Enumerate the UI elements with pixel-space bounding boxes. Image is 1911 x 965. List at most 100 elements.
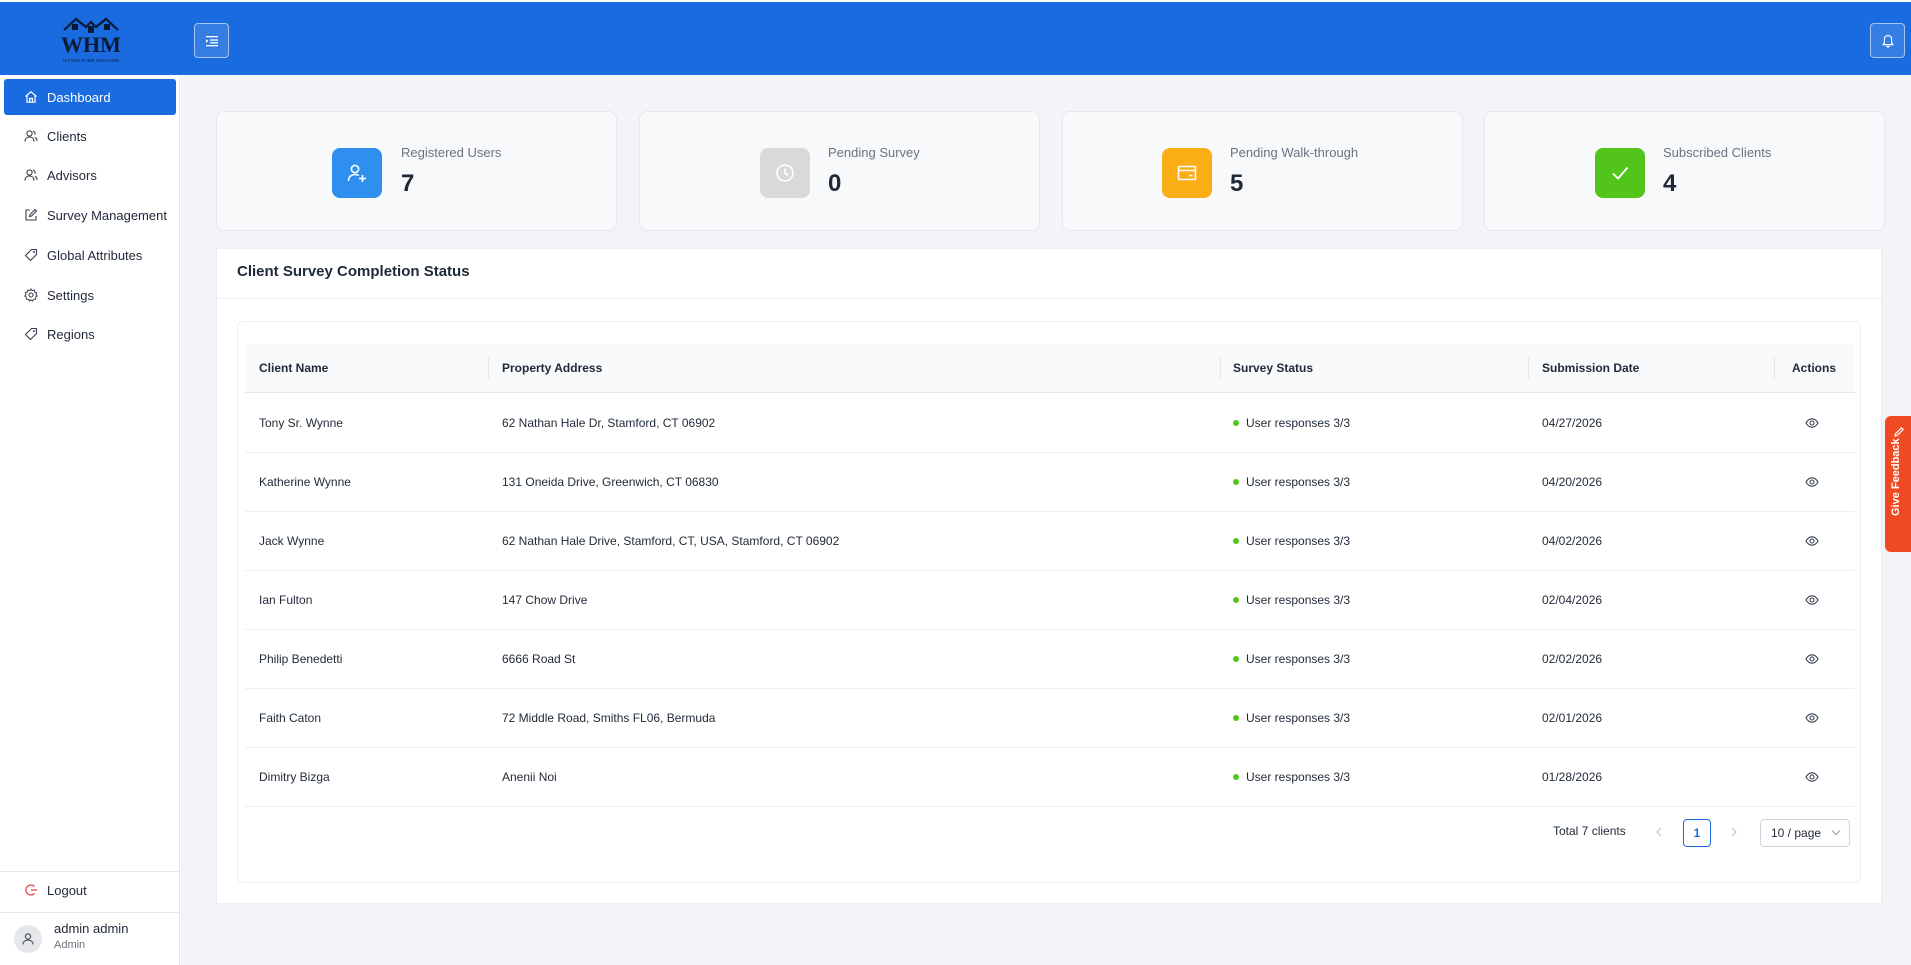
- stat-value: 5: [1230, 170, 1244, 197]
- cell-property-address: 72 Middle Road, Smiths FL06, Bermuda: [502, 711, 716, 725]
- stat-label: Pending Survey: [828, 145, 920, 160]
- logout-button[interactable]: Logout: [4, 872, 176, 908]
- eye-icon[interactable]: [1805, 652, 1819, 666]
- panel-divider: [217, 298, 1883, 299]
- stat-value: 7: [401, 170, 415, 197]
- status-text: User responses 3/3: [1246, 534, 1351, 548]
- sidebar-item-label: Clients: [47, 128, 87, 144]
- status-text: User responses 3/3: [1246, 652, 1351, 666]
- table-row: Ian Fulton 147 Chow Drive User responses…: [245, 571, 1855, 630]
- stat-card-pending-survey: Pending Survey 0: [639, 111, 1040, 231]
- cell-survey-status: User responses 3/3: [1233, 571, 1350, 629]
- cell-client-name: Ian Fulton: [259, 593, 313, 607]
- sidebar-item-clients[interactable]: Clients: [4, 118, 176, 154]
- status-dot: [1233, 773, 1239, 780]
- survey-table: Client Name Property Address Survey Stat…: [237, 321, 1861, 883]
- home-icon: [25, 91, 37, 103]
- chevron-down-icon: [1831, 830, 1841, 836]
- users-icon: [24, 130, 38, 142]
- cell-survey-status: User responses 3/3: [1233, 630, 1350, 688]
- sidebar-item-label: Settings: [47, 287, 94, 303]
- table-row: Katherine Wynne 131 Oneida Drive, Greenw…: [245, 453, 1855, 512]
- clock-icon: [760, 148, 810, 198]
- stat-card-subscribed-clients: Subscribed Clients 4: [1484, 111, 1885, 231]
- status-dot: [1233, 419, 1239, 426]
- sidebar-item-dashboard[interactable]: Dashboard: [4, 79, 176, 115]
- eye-icon[interactable]: [1805, 770, 1819, 784]
- eye-icon[interactable]: [1805, 416, 1819, 430]
- cell-property-address: 62 Nathan Hale Dr, Stamford, CT 06902: [502, 416, 716, 430]
- survey-status-panel: Client Survey Completion Status Client N…: [216, 248, 1883, 904]
- eye-icon[interactable]: [1805, 534, 1819, 548]
- user-role: Admin: [54, 939, 86, 951]
- sidebar-item-global-attributes[interactable]: Global Attributes: [4, 237, 176, 273]
- column-divider: [1220, 357, 1221, 379]
- sidebar-item-label: Global Attributes: [47, 247, 143, 263]
- feedback-label: Give Feedback: [1890, 438, 1902, 516]
- stat-label: Pending Walk-through: [1230, 145, 1359, 160]
- status-dot: [1233, 478, 1239, 485]
- menu-fold-icon: [205, 35, 218, 46]
- stat-card-registered-users: Registered Users 7: [216, 111, 617, 231]
- cell-submission-date: 04/20/2026: [1542, 475, 1603, 489]
- stat-label: Subscribed Clients: [1663, 145, 1772, 160]
- cell-submission-date: 04/27/2026: [1542, 416, 1603, 430]
- check-icon: [1595, 148, 1645, 198]
- pagination-next-button[interactable]: [1726, 822, 1742, 842]
- pagination-page-1[interactable]: 1: [1683, 819, 1711, 847]
- cell-client-name: Faith Caton: [259, 711, 322, 725]
- sidebar-item-label: Dashboard: [47, 89, 111, 105]
- tag-icon: [24, 327, 38, 341]
- sidebar: Dashboard Clients Advisors Survey Manage…: [0, 75, 180, 965]
- logout-icon: [25, 884, 37, 896]
- chevron-right-icon: [1731, 827, 1737, 837]
- cell-survey-status: User responses 3/3: [1233, 689, 1350, 747]
- cell-survey-status: User responses 3/3: [1233, 453, 1350, 511]
- give-feedback-button[interactable]: Give Feedback: [1885, 416, 1911, 552]
- credit-card-icon: [1162, 148, 1212, 198]
- cell-client-name: Dimitry Bizga: [259, 770, 330, 784]
- edit-icon: [25, 208, 38, 221]
- eye-icon[interactable]: [1805, 711, 1819, 725]
- main-content: Registered Users 7 Pending Survey 0 Pend…: [181, 75, 1911, 965]
- avatar: [14, 925, 42, 953]
- sidebar-item-label: Advisors: [47, 167, 97, 183]
- column-header-submission-date[interactable]: Submission Date: [1542, 344, 1639, 393]
- cell-property-address: 147 Chow Drive: [502, 593, 588, 607]
- sidebar-item-advisors[interactable]: Advisors: [4, 157, 176, 193]
- column-divider: [1528, 357, 1529, 379]
- cell-survey-status: User responses 3/3: [1233, 512, 1350, 570]
- cell-property-address: 131 Oneida Drive, Greenwich, CT 06830: [502, 475, 719, 489]
- sidebar-item-label: Regions: [47, 326, 95, 342]
- notifications-button[interactable]: [1870, 23, 1905, 58]
- sidebar-item-regions[interactable]: Regions: [4, 316, 176, 352]
- stat-value: 4: [1663, 170, 1677, 197]
- menu-toggle-button[interactable]: [194, 23, 229, 58]
- cell-survey-status: User responses 3/3: [1233, 748, 1350, 806]
- cell-submission-date: 04/02/2026: [1542, 534, 1603, 548]
- sidebar-item-settings[interactable]: Settings: [4, 277, 176, 313]
- column-header-property-address[interactable]: Property Address: [502, 344, 602, 393]
- whm-logo[interactable]: WHM WYNNE HOME MANAGER: [50, 16, 132, 64]
- page-size-value: 10 / page: [1771, 826, 1822, 840]
- stat-value: 0: [828, 170, 842, 197]
- status-text: User responses 3/3: [1246, 475, 1351, 489]
- eye-icon[interactable]: [1805, 475, 1819, 489]
- stat-card-pending-walkthrough: Pending Walk-through 5: [1062, 111, 1463, 231]
- user-name: admin admin: [54, 921, 129, 936]
- user-profile[interactable]: admin admin Admin: [14, 919, 174, 959]
- sidebar-item-survey-management[interactable]: Survey Management: [4, 197, 176, 233]
- cell-property-address: Anenii Noi: [502, 770, 557, 784]
- column-header-client-name[interactable]: Client Name: [259, 344, 328, 393]
- sidebar-item-label: Survey Management: [47, 207, 167, 223]
- page-size-select[interactable]: 10 / page: [1760, 819, 1850, 847]
- cell-survey-status: User responses 3/3: [1233, 394, 1350, 452]
- logo-text: WHM: [61, 32, 121, 57]
- cell-client-name: Tony Sr. Wynne: [259, 416, 343, 430]
- column-header-survey-status[interactable]: Survey Status: [1233, 344, 1313, 393]
- column-divider: [488, 357, 489, 379]
- status-text: User responses 3/3: [1246, 593, 1351, 607]
- status-dot: [1233, 537, 1239, 544]
- pagination-prev-button[interactable]: [1651, 822, 1667, 842]
- eye-icon[interactable]: [1805, 593, 1819, 607]
